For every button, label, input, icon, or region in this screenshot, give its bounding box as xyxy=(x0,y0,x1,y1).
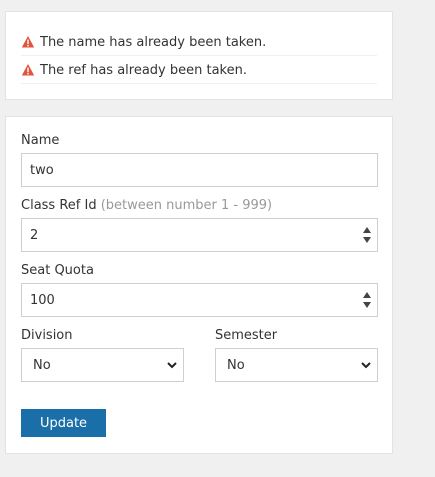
semester-select[interactable]: No xyxy=(215,348,378,382)
chevron-down-icon xyxy=(361,362,371,369)
semester-select-value: No xyxy=(227,357,245,373)
name-input-value: two xyxy=(30,162,54,178)
class-ref-label: Class Ref Id (between number 1 - 999) xyxy=(21,198,272,213)
spin-up-icon[interactable] xyxy=(363,227,371,233)
warning-icon xyxy=(21,64,35,76)
division-select-value: No xyxy=(33,357,51,373)
name-label: Name xyxy=(21,133,60,148)
chevron-down-icon xyxy=(167,362,177,369)
spin-down-icon[interactable] xyxy=(363,302,371,308)
name-input[interactable]: two xyxy=(21,153,378,187)
class-ref-spinner[interactable] xyxy=(363,227,371,243)
class-edit-form: Name two Class Ref Id (between number 1 … xyxy=(5,116,393,454)
error-panel: The name has already been taken. The ref… xyxy=(5,11,393,100)
seat-quota-spinner[interactable] xyxy=(363,292,371,308)
semester-label: Semester xyxy=(215,328,278,343)
warning-icon xyxy=(21,36,35,48)
error-item: The name has already been taken. xyxy=(21,29,377,56)
seat-quota-label: Seat Quota xyxy=(21,263,94,278)
class-ref-input-value: 2 xyxy=(30,227,39,243)
update-button[interactable]: Update xyxy=(21,409,106,437)
seat-quota-input[interactable]: 100 xyxy=(21,283,378,317)
seat-quota-input-value: 100 xyxy=(30,292,55,308)
class-ref-label-text: Class Ref Id xyxy=(21,198,97,213)
class-ref-hint: (between number 1 - 999) xyxy=(100,198,273,213)
division-select[interactable]: No xyxy=(21,348,184,382)
error-message: The ref has already been taken. xyxy=(40,62,247,78)
error-item: The ref has already been taken. xyxy=(21,57,377,84)
error-message: The name has already been taken. xyxy=(40,34,267,50)
class-ref-input[interactable]: 2 xyxy=(21,218,378,252)
spin-down-icon[interactable] xyxy=(363,237,371,243)
division-label: Division xyxy=(21,328,73,343)
spin-up-icon[interactable] xyxy=(363,292,371,298)
